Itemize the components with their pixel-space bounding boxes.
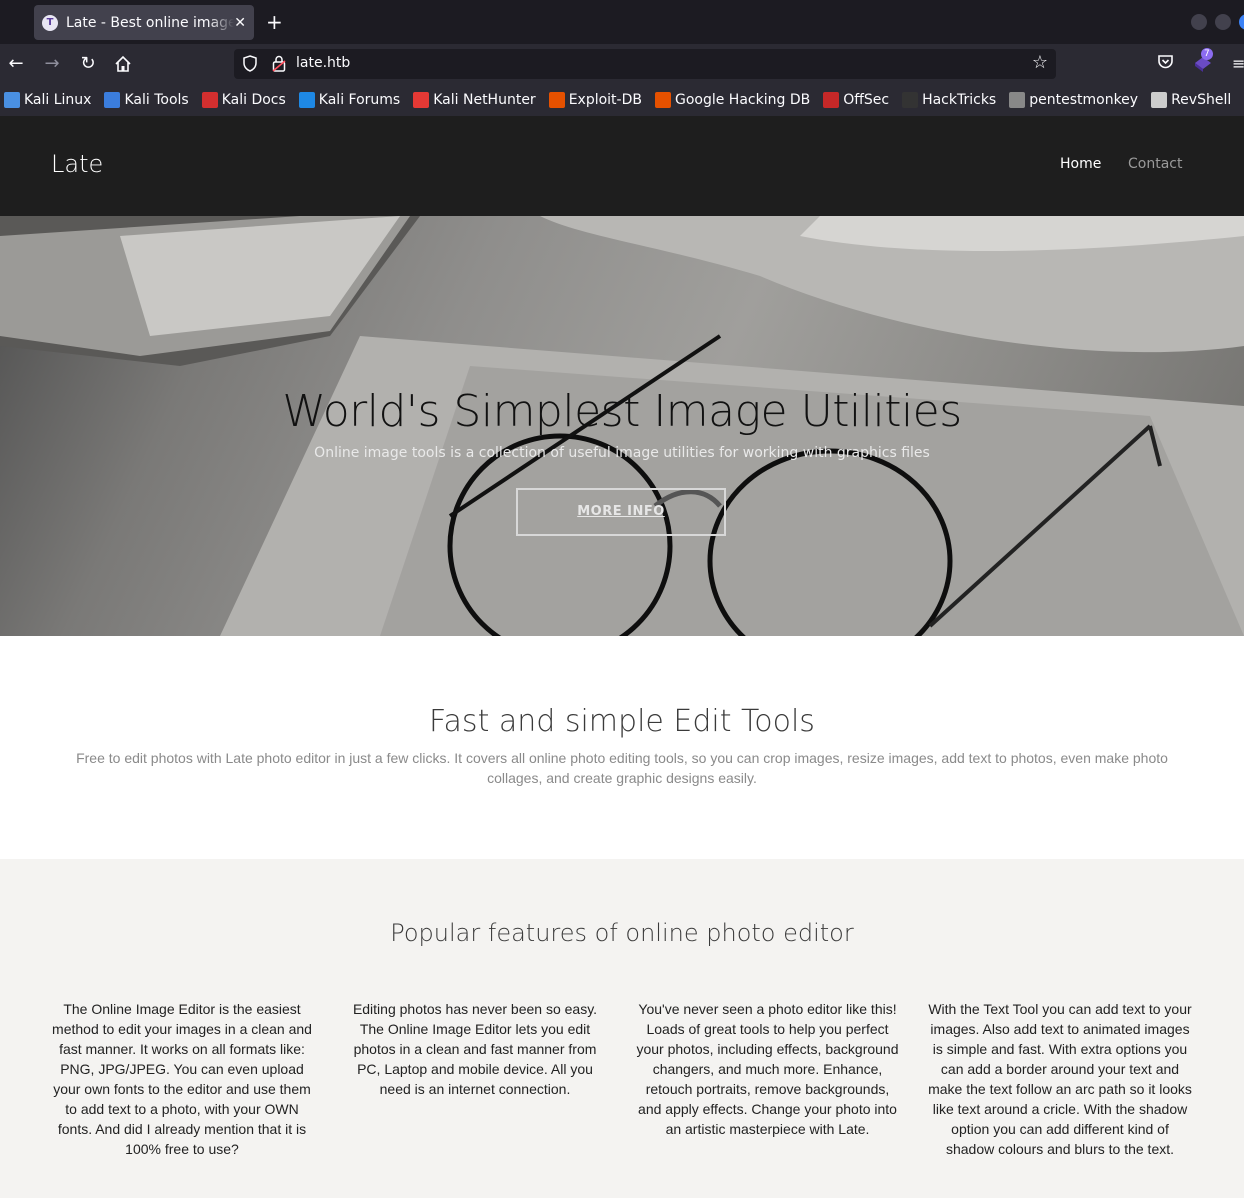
tab-title: Late - Best online image tools [66,14,235,31]
new-tab-icon[interactable]: + [266,10,283,34]
intro-text: Free to edit photos with Late photo edit… [76,750,1168,786]
bookmark-item[interactable]: Kali Forums [298,92,401,108]
extension-badge: 7 [1201,48,1213,60]
bookmark-item[interactable]: Google Hacking DB [654,92,811,108]
reload-icon[interactable]: ↻ [76,52,100,76]
browser-tab[interactable]: T Late - Best online image tools ✕ [34,5,254,40]
bookmark-favicon-icon [4,92,20,108]
bookmark-label: pentestmonkey [1029,92,1139,108]
bookmark-label: Kali Docs [221,92,286,108]
features-section: Popular features of online photo editor … [0,859,1244,1198]
bookmark-item[interactable]: Kali Linux [4,92,91,108]
bookmark-label: Kali Linux [24,92,92,108]
pocket-icon[interactable] [1157,54,1174,74]
hero-section: World's Simplest Image Utilities Online … [0,216,1244,636]
intro-section: Fast and simple Edit Tools Free to edit … [0,636,1244,859]
minimize-window-icon[interactable] [1191,14,1207,30]
address-bar[interactable]: late.htb ☆ [234,49,1056,79]
bookmark-favicon-icon [413,92,430,108]
tracking-shield-icon[interactable] [242,55,258,72]
url-text[interactable]: late.htb [296,55,350,71]
bookmark-favicon-icon [548,92,565,108]
bookmark-label: Kali Tools [124,92,189,108]
close-window-icon[interactable] [1239,14,1244,30]
bookmark-item[interactable]: Kali Docs [201,92,286,108]
bookmark-label: RevShell [1171,92,1232,108]
bookmark-label: HackTricks [922,92,997,108]
bookmark-item[interactable]: OffSec [823,92,889,108]
bookmark-favicon-icon [654,92,671,108]
bookmark-favicon-icon [201,92,218,108]
nav-home-link[interactable]: Home [1060,156,1101,172]
bookmark-favicon-icon [104,92,121,108]
bookmark-star-icon[interactable]: ☆ [1032,52,1048,73]
feature-text-2: Editing photos has never been so easy. T… [352,1001,598,1097]
bookmarks-toolbar: Kali Linux Kali Tools Kali Docs Kali Forums… [0,84,1244,116]
maximize-window-icon[interactable] [1215,14,1231,30]
feature-text-1: The Online Image Editor is the easiest m… [52,1001,312,1157]
close-tab-icon[interactable]: ✕ [234,15,246,31]
bookmark-label: Exploit-DB [568,92,642,108]
features-heading: Popular features of online photo editor [390,919,854,947]
home-icon[interactable] [111,52,135,76]
bookmark-favicon-icon [1151,92,1168,108]
nav-contact-link[interactable]: Contact [1128,156,1182,172]
bookmark-item[interactable]: RevShell [1151,92,1231,108]
menu-icon[interactable]: ≡ [1232,54,1244,73]
bookmark-item[interactable]: Kali NetHunter [413,92,536,108]
back-icon[interactable]: ← [4,52,28,76]
site-header: Late Home Contact [0,116,1244,216]
tab-favicon-icon: T [42,14,58,31]
bookmark-item[interactable]: pentestmonkey [1009,92,1138,108]
intro-heading: Fast and simple Edit Tools [429,704,815,739]
bookmark-label: Google Hacking DB [674,92,811,108]
tab-bar: T Late - Best online image tools ✕ + [0,0,1244,44]
bookmark-label: Kali Forums [318,92,401,108]
bookmark-item[interactable]: HackTricks [902,92,996,108]
hero-subtitle: Online image tools is a collection of us… [314,445,930,461]
hero-title: World's Simplest Image Utilities [282,386,962,437]
bookmark-favicon-icon [1009,92,1026,108]
navigation-toolbar: ← → ↻ late.htb ☆ 7 ≡ [0,44,1244,84]
bookmark-favicon-icon [298,92,315,108]
insecure-lock-icon[interactable] [272,55,286,72]
bookmark-favicon-icon [902,92,919,108]
bookmark-label: Kali NetHunter [433,92,536,108]
feature-text-3: You've never seen a photo editor like th… [636,1001,899,1137]
site-logo[interactable]: Late [51,150,103,178]
feature-text-4: With the Text Tool you can add text to y… [928,1001,1192,1157]
bookmark-item[interactable]: Exploit-DB [548,92,642,108]
bookmark-label: OffSec [843,92,890,108]
bookmark-item[interactable]: Kali Tools [104,92,189,108]
bookmark-favicon-icon [823,92,840,108]
more-info-button[interactable]: MORE INFO [516,488,726,536]
forward-icon[interactable]: → [40,52,64,76]
